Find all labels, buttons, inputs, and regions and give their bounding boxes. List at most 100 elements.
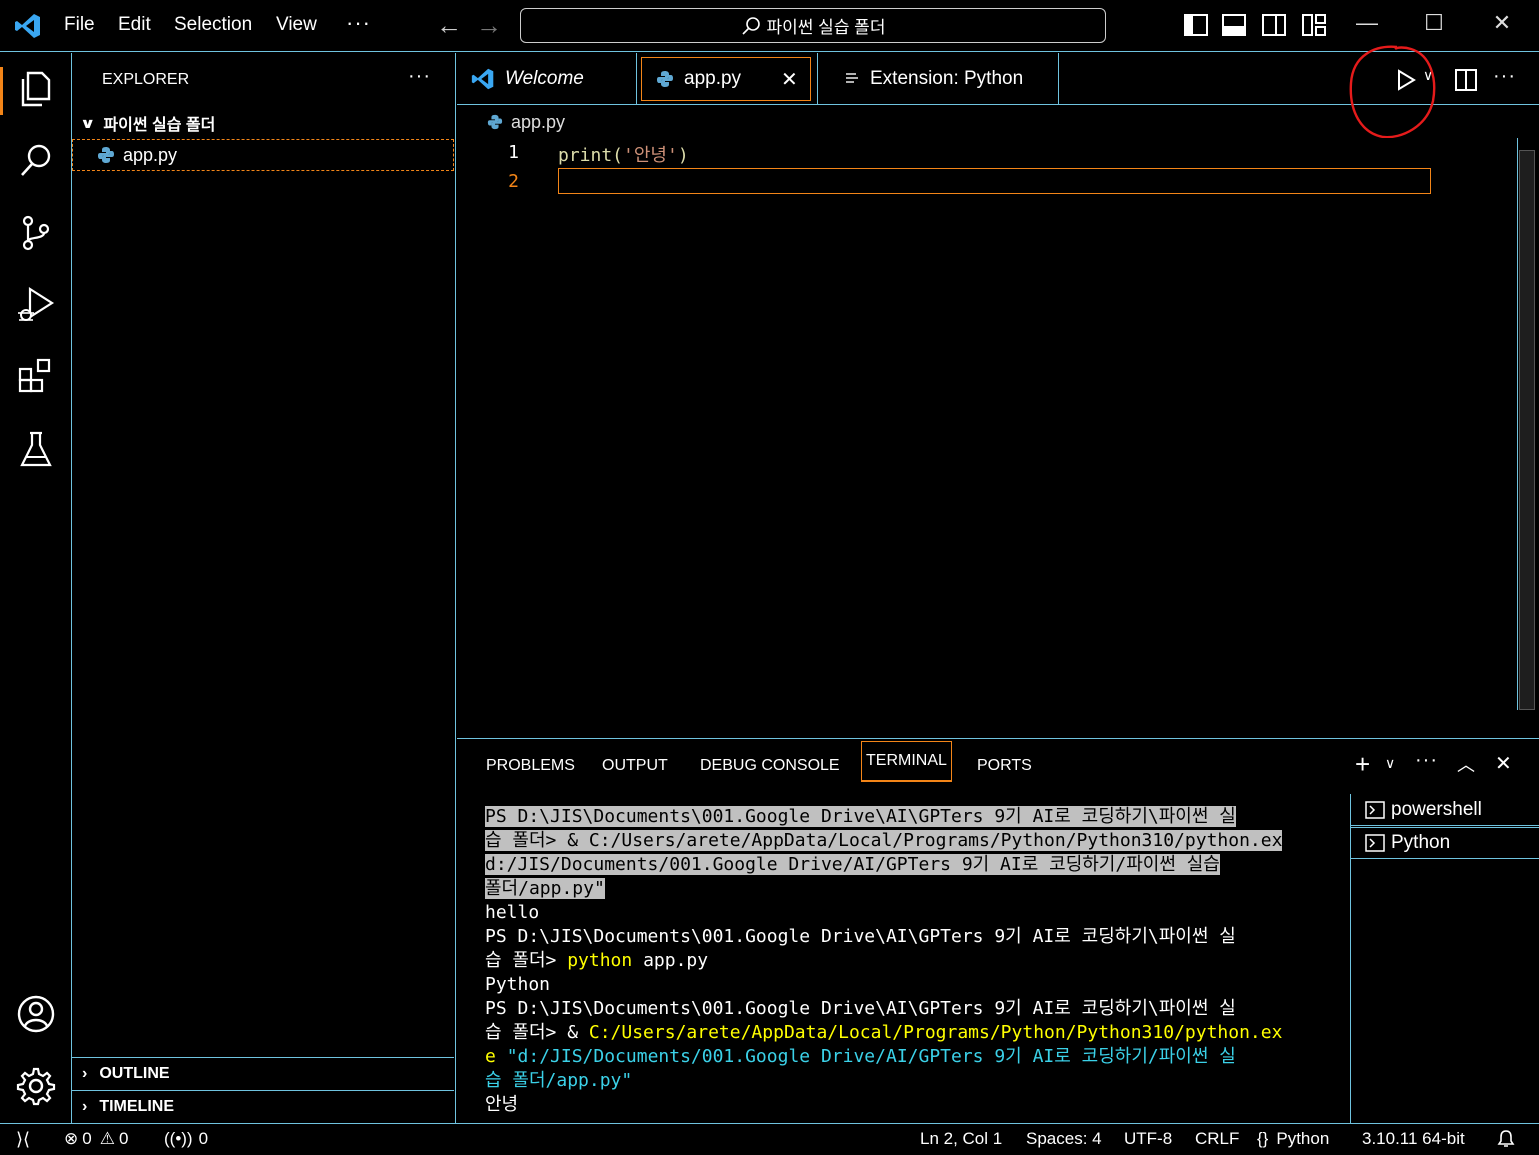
- encoding[interactable]: UTF-8: [1124, 1129, 1172, 1149]
- explorer-sidebar: EXPLORER ··· ∨ 파이썬 실습 폴더 app.py › OUTLIN…: [72, 53, 456, 1123]
- customize-layout-icon[interactable]: [1302, 14, 1326, 36]
- terminal-output[interactable]: PS D:\JIS\Documents\001.Google Drive\AI\…: [485, 805, 1315, 1117]
- title-bar: File Edit Selection View ··· ← → 파이썬 실습 …: [0, 0, 1539, 52]
- terminal-line: hello: [485, 902, 540, 923]
- chevron-right-icon: ›: [82, 1097, 88, 1115]
- terminal-line: PS D:\JIS\Documents\001.Google Drive\AI\…: [485, 806, 1236, 827]
- problems-indicator[interactable]: ⊗ 0 ⚠ 0: [64, 1129, 128, 1149]
- source-control-icon[interactable]: [14, 211, 58, 255]
- tab-label: Extension: Python: [870, 68, 1024, 89]
- terminal-item-powershell[interactable]: powershell: [1351, 794, 1539, 826]
- vscode-logo-icon: [471, 68, 494, 90]
- testing-flask-icon[interactable]: [14, 427, 58, 471]
- terminal-line: 습 폴더> & C:/Users/arete/AppData/Local/Pro…: [485, 830, 1283, 851]
- settings-gear-icon[interactable]: [14, 1064, 58, 1108]
- breadcrumb-file[interactable]: app.py: [511, 112, 565, 133]
- close-panel-icon[interactable]: ✕: [1495, 751, 1512, 776]
- language-label: Python: [1276, 1129, 1330, 1148]
- back-arrow-icon[interactable]: ←: [436, 10, 462, 41]
- terminal-command: python: [567, 950, 633, 971]
- remote-indicator-icon[interactable]: ⟩⟨: [16, 1129, 30, 1150]
- terminal-line: 습 폴더>: [485, 950, 568, 971]
- extensions-icon[interactable]: [14, 355, 58, 399]
- forward-arrow-icon[interactable]: →: [476, 10, 502, 41]
- outline-section[interactable]: › OUTLINE: [72, 1057, 454, 1089]
- menu-selection[interactable]: Selection: [174, 14, 252, 36]
- terminal-icon: [1365, 834, 1385, 852]
- terminal-dropdown-icon[interactable]: ∨: [1385, 755, 1395, 772]
- toggle-panel-icon[interactable]: [1222, 14, 1246, 36]
- editor-scroll-thumb[interactable]: [1519, 150, 1535, 710]
- language-mode[interactable]: {} Python: [1257, 1129, 1329, 1149]
- preview-document-icon: [846, 73, 858, 83]
- close-window-icon[interactable]: ✕: [1482, 10, 1522, 36]
- tab-output[interactable]: OUTPUT: [602, 757, 668, 775]
- notifications-bell-icon[interactable]: [1496, 1129, 1516, 1149]
- code-line-1[interactable]: print('안녕'): [558, 141, 689, 167]
- python-file-icon: [98, 147, 114, 163]
- tab-ports[interactable]: PORTS: [977, 757, 1032, 775]
- terminal-line: 습 폴더> &: [485, 1022, 589, 1043]
- accounts-icon[interactable]: [14, 992, 58, 1036]
- toggle-primary-sidebar-icon[interactable]: [1184, 14, 1208, 36]
- terminal-item-label: powershell: [1391, 798, 1482, 820]
- python-file-icon: [487, 114, 503, 130]
- editor-tab-bar: Welcome app.py ✕ Extension: Python ∨ ···: [457, 45, 1539, 139]
- terminal-line: 안녕: [485, 1094, 519, 1115]
- run-and-debug-icon[interactable]: [14, 283, 58, 327]
- search-text: 파이썬 실습 폴더: [766, 18, 886, 37]
- tab-debug-console[interactable]: DEBUG CONSOLE: [700, 757, 840, 775]
- ports-indicator[interactable]: ((•)) 0: [164, 1129, 208, 1149]
- terminal-line: PS D:\JIS\Documents\001.Google Drive\AI\…: [485, 926, 1236, 947]
- end-of-line[interactable]: CRLF: [1195, 1129, 1239, 1149]
- maximize-icon[interactable]: ☐: [1414, 10, 1454, 36]
- search-icon[interactable]: [14, 139, 58, 183]
- ports-count: 0: [198, 1129, 209, 1148]
- tab-label: app.py: [684, 68, 742, 89]
- tab-terminal[interactable]: TERMINAL: [861, 741, 952, 782]
- line-number: 2: [508, 171, 519, 192]
- sidebar-more-actions[interactable]: ···: [408, 65, 431, 88]
- chevron-right-icon: ›: [82, 1064, 88, 1082]
- sidebar-title: EXPLORER: [102, 71, 190, 88]
- maximize-panel-icon[interactable]: ︿: [1457, 751, 1475, 777]
- minimize-icon[interactable]: —: [1347, 10, 1387, 36]
- indentation[interactable]: Spaces: 4: [1026, 1129, 1102, 1149]
- search-icon: [741, 16, 760, 35]
- cursor-position[interactable]: Ln 2, Col 1: [920, 1129, 1002, 1149]
- status-bar: ⟩⟨ ⊗ 0 ⚠ 0 ((•)) 0 Ln 2, Col 1 Spaces: 4…: [0, 1123, 1539, 1155]
- python-interpreter[interactable]: 3.10.11 64-bit: [1362, 1129, 1465, 1149]
- file-item-app-py[interactable]: app.py: [72, 139, 454, 171]
- active-indicator: [0, 67, 3, 115]
- close-tab-icon[interactable]: ✕: [781, 67, 798, 92]
- menu-edit[interactable]: Edit: [118, 14, 151, 36]
- terminal-line: PS D:\JIS\Documents\001.Google Drive\AI\…: [485, 998, 1236, 1019]
- tab-app-py[interactable]: app.py ✕: [641, 57, 811, 101]
- error-icon: ⊗: [64, 1129, 79, 1148]
- menu-more[interactable]: ···: [346, 10, 371, 36]
- terminal-item-python[interactable]: Python: [1351, 827, 1539, 859]
- outline-label: OUTLINE: [99, 1064, 170, 1082]
- tab-welcome[interactable]: Welcome: [457, 53, 637, 105]
- breadcrumb[interactable]: app.py: [457, 106, 1539, 138]
- toggle-secondary-sidebar-icon[interactable]: [1262, 14, 1286, 36]
- split-editor-icon[interactable]: [1455, 69, 1477, 91]
- tab-problems[interactable]: PROBLEMS: [486, 757, 575, 775]
- code-editor[interactable]: 1 2 print('안녕'): [457, 138, 1539, 738]
- menu-view[interactable]: View: [276, 14, 317, 36]
- tab-extension-python[interactable]: Extension: Python: [817, 53, 1059, 105]
- braces-icon: {}: [1257, 1129, 1269, 1148]
- terminal-item-label: Python: [1391, 832, 1451, 853]
- command-center-search[interactable]: 파이썬 실습 폴더: [520, 8, 1106, 43]
- terminal-line: d:/JIS/Documents/001.Google Drive/AI/GPT…: [485, 854, 1220, 875]
- timeline-section[interactable]: › TIMELINE: [72, 1090, 454, 1122]
- menu-file[interactable]: File: [64, 14, 95, 36]
- new-terminal-icon[interactable]: +: [1355, 749, 1370, 780]
- editor-more-actions-icon[interactable]: ···: [1493, 65, 1516, 88]
- folder-header[interactable]: ∨ 파이썬 실습 폴더: [76, 109, 452, 137]
- code-token-string: '안녕': [623, 145, 678, 166]
- panel-more-actions-icon[interactable]: ···: [1415, 749, 1438, 772]
- explorer-icon[interactable]: [14, 67, 58, 111]
- code-token-function: print(: [558, 145, 624, 166]
- vscode-logo-icon: [15, 14, 40, 38]
